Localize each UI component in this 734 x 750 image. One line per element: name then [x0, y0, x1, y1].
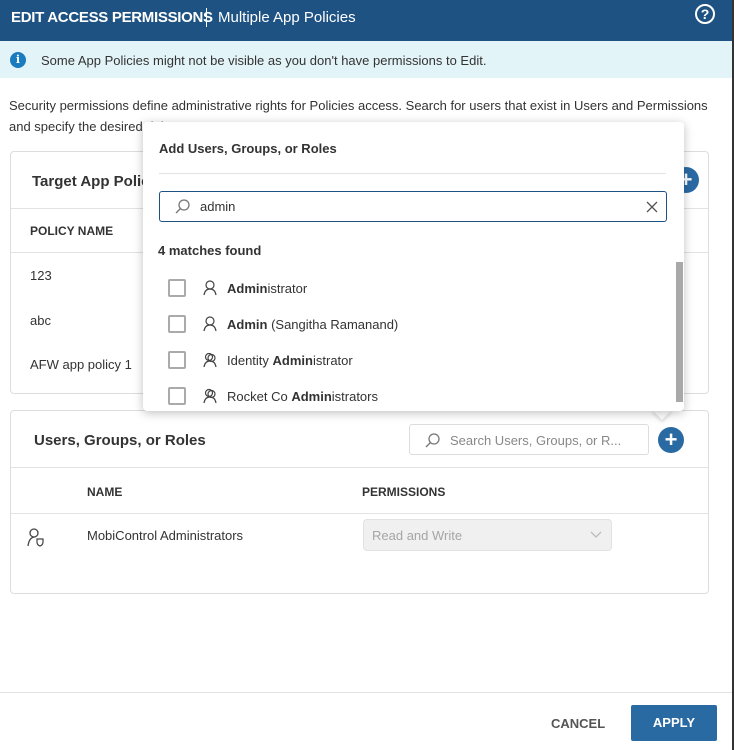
option-label: Rocket Co Administrators [227, 389, 378, 404]
option-checkbox[interactable] [168, 387, 186, 405]
popup-search-input[interactable]: admin [159, 191, 667, 222]
cancel-button[interactable]: CANCEL [551, 716, 605, 731]
info-banner: i Some App Policies might not be visible… [0, 41, 732, 78]
info-text: Some App Policies might not be visible a… [41, 53, 487, 68]
column-header-permissions: PERMISSIONS [362, 485, 446, 499]
permission-value: Read and Write [372, 528, 463, 543]
option-label: Identity Administrator [227, 353, 353, 368]
chevron-down-icon [590, 531, 602, 538]
group-icon [203, 388, 217, 404]
matches-count: 4 matches found [158, 243, 262, 258]
dialog-subtitle: Multiple App Policies [218, 9, 356, 26]
dialog-header: EDIT ACCESS PERMISSIONS Multiple App Pol… [0, 0, 734, 41]
apply-button[interactable]: APPLY [631, 705, 717, 741]
search-icon [425, 433, 440, 448]
option-label: Administrator [227, 281, 308, 296]
title-divider [206, 8, 207, 27]
option-label: Admin (Sangitha Ramanand) [227, 317, 399, 332]
users-groups-roles-card: Users, Groups, or Roles Search Users, Gr… [10, 410, 709, 594]
policy-row: AFW app policy 1 [30, 357, 132, 372]
user-icon [203, 316, 217, 332]
search-placeholder: Search Users, Groups, or R... [450, 433, 622, 448]
popup-title: Add Users, Groups, or Roles [159, 141, 337, 156]
info-icon: i [10, 52, 26, 68]
option-checkbox[interactable] [168, 351, 186, 369]
admin-role-icon [27, 528, 44, 547]
clear-icon[interactable] [646, 201, 658, 213]
user-name: MobiControl Administrators [87, 528, 244, 543]
option-checkbox[interactable] [168, 279, 186, 297]
help-icon[interactable]: ? [695, 4, 715, 24]
user-icon [203, 280, 217, 296]
search-icon [175, 199, 190, 214]
policy-row: 123 [30, 268, 52, 283]
column-header-name: NAME [87, 485, 123, 499]
search-value: admin [200, 199, 236, 214]
policy-row: abc [30, 313, 51, 328]
add-users-popup: Add Users, Groups, or Roles admin 4 matc… [143, 122, 684, 411]
card-title: Users, Groups, or Roles [34, 432, 206, 449]
scrollbar[interactable] [676, 262, 683, 402]
group-icon [203, 352, 217, 368]
column-header-policy-name: POLICY NAME [30, 224, 114, 238]
permission-select[interactable]: Read and Write [363, 519, 612, 551]
option-checkbox[interactable] [168, 315, 186, 333]
users-search-input[interactable]: Search Users, Groups, or R... [409, 424, 649, 455]
dialog-title: EDIT ACCESS PERMISSIONS [11, 9, 213, 26]
add-user-button[interactable]: + [658, 427, 684, 453]
